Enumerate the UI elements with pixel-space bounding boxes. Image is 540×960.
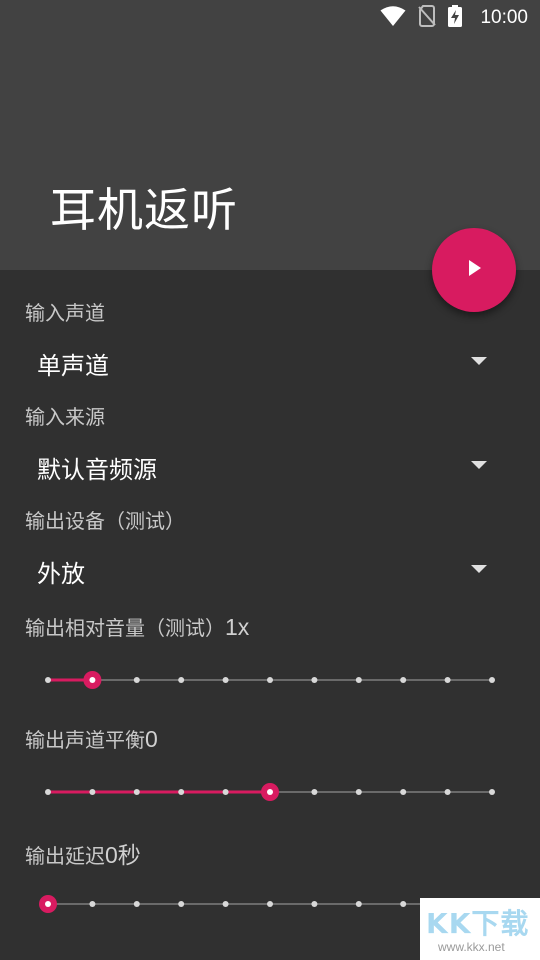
status-time: 10:00 (480, 7, 528, 28)
slider-tick (178, 677, 185, 683)
page-title: 耳机返听 (50, 183, 238, 237)
wifi-icon (380, 5, 406, 31)
slider-tick (45, 677, 51, 683)
play-icon (463, 257, 485, 283)
slider-tick (222, 901, 229, 907)
output-delay-label: 输出延迟0秒 (25, 836, 141, 870)
slider-tick (222, 789, 229, 795)
slider-thumb-center (267, 789, 273, 795)
slider-tick (311, 901, 318, 907)
slider-tick (489, 677, 495, 683)
watermark-url: www.kkx.net (438, 940, 505, 954)
status-bar: 10:00 (0, 0, 540, 36)
output-balance-slider[interactable] (36, 772, 504, 812)
slider-tick (133, 789, 140, 795)
slider-tick (444, 789, 451, 795)
output-device-dropdown[interactable]: 外放 (20, 544, 520, 594)
slider-tick (489, 789, 495, 795)
slider-thumb-center (45, 901, 51, 907)
dropdown-arrow-icon (471, 461, 487, 469)
slider-tick (444, 677, 451, 683)
dropdown-arrow-icon (471, 357, 487, 365)
input-channel-dropdown[interactable]: 单声道 (20, 336, 520, 386)
output-balance-value: 0 (145, 726, 158, 752)
slider-tick (178, 789, 185, 795)
slider-tick (355, 901, 362, 907)
slider-tick (400, 789, 407, 795)
slider-tick (89, 789, 96, 795)
output-delay-label-text: 输出延迟 (25, 844, 105, 868)
slider-tick (311, 789, 318, 795)
slider-tick (222, 677, 229, 683)
watermark: KK下载 www.kkx.net (420, 898, 540, 960)
slider-tick (311, 677, 318, 683)
slider-tick (133, 901, 140, 907)
output-volume-value: 1x (225, 614, 250, 640)
input-source-dropdown[interactable]: 默认音频源 (20, 440, 520, 490)
input-channel-value: 单声道 (37, 352, 109, 380)
output-device-label: 输出设备（测试） (25, 509, 185, 533)
dropdown-arrow-icon (471, 565, 487, 573)
slider-tick (89, 901, 96, 907)
output-volume-slider[interactable] (36, 660, 504, 700)
input-source-value: 默认音频源 (37, 456, 157, 484)
slider-tick (400, 901, 407, 907)
no-sim-icon (418, 5, 437, 31)
battery-charging-icon (448, 5, 463, 31)
status-icons: 10:00 (380, 5, 528, 31)
output-balance-label-text: 输出声道平衡 (25, 728, 145, 752)
output-balance-label: 输出声道平衡0 (25, 724, 158, 753)
watermark-logo: KK下载 (426, 907, 530, 940)
slider-tick (355, 789, 362, 795)
input-channel-label: 输入声道 (25, 301, 105, 325)
slider-tick (267, 677, 273, 683)
slider-tick (133, 677, 140, 683)
slider-tick (45, 789, 51, 795)
play-button[interactable] (432, 228, 516, 312)
output-volume-label-text: 输出相对音量（测试） (25, 616, 225, 640)
output-delay-value: 0秒 (105, 842, 141, 868)
slider-tick (400, 677, 407, 683)
output-device-value: 外放 (37, 560, 85, 588)
slider-tick (267, 901, 273, 907)
slider-tick (178, 901, 185, 907)
input-source-label: 输入来源 (25, 405, 105, 429)
slider-thumb-center (89, 677, 96, 683)
slider-tick (355, 677, 362, 683)
output-volume-label: 输出相对音量（测试）1x (25, 612, 249, 641)
